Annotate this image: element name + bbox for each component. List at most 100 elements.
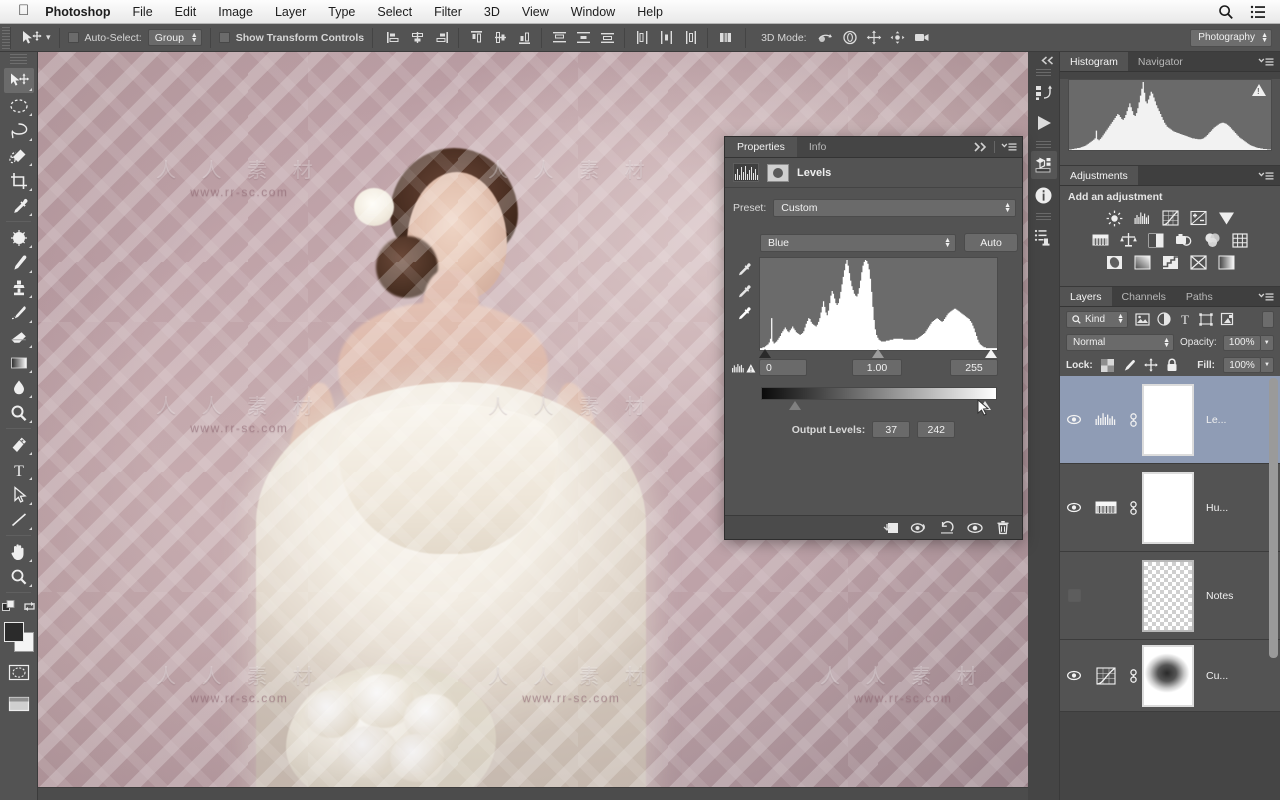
elliptical-marquee-tool[interactable] [4,93,34,118]
brush-tool[interactable] [4,250,34,275]
layer-name[interactable]: Cu... [1194,670,1228,682]
menu-item-photoshop[interactable]: Photoshop [45,0,121,24]
zoom-tool[interactable] [4,564,34,589]
opacity-value[interactable]: 100% [1222,334,1261,351]
menu-item-3d[interactable]: 3D [473,0,511,24]
align-right-edges-icon[interactable] [431,28,451,48]
layer-filter-kind-dropdown[interactable]: Kind ▲ ▼ [1066,310,1128,328]
lasso-tool[interactable] [4,118,34,143]
layer-row-curves[interactable]: Cu... [1060,640,1280,712]
path-selection-tool[interactable] [4,482,34,507]
distribute-top-edges-icon[interactable] [549,28,569,48]
dodge-tool[interactable] [4,400,34,425]
preset-dropdown[interactable]: Custom ▲ ▼ [773,199,1016,217]
menu-item-select[interactable]: Select [366,0,423,24]
blend-mode-dropdown[interactable]: Normal ▲ ▼ [1066,334,1174,351]
search-icon[interactable] [1218,4,1234,20]
panel-menu-icon[interactable] [1258,287,1280,306]
type-tool[interactable]: T [4,457,34,482]
rail-group-grip[interactable] [1036,213,1051,221]
menu-item-type[interactable]: Type [317,0,366,24]
layer-comps-icon[interactable] [1031,223,1057,251]
layer-visibility-toggle[interactable] [1060,502,1088,513]
quick-selection-tool[interactable] [4,143,34,168]
actions-play-icon[interactable] [1031,109,1057,137]
layer-name[interactable]: Le... [1194,414,1226,426]
layer-name[interactable]: Hu... [1194,502,1228,514]
gradient-map-icon[interactable] [1216,253,1236,271]
output-black-field[interactable]: 37 [872,421,911,438]
histogram-graph[interactable] [1068,79,1272,151]
input-white-field[interactable]: 255 [950,359,998,376]
blur-tool[interactable] [4,375,34,400]
layer-row-notes[interactable]: Notes [1060,552,1280,640]
type-layer-filter-icon[interactable]: T [1178,312,1192,326]
roll-3d-icon[interactable] [840,28,860,48]
show-transform-controls-checkbox[interactable] [218,32,230,43]
panel-menu-icon[interactable] [1001,142,1017,152]
set-white-point-eyedropper[interactable] [733,303,753,325]
channel-mixer-icon[interactable] [1202,231,1222,249]
tab-paths[interactable]: Paths [1176,287,1223,306]
default-colors-icon[interactable] [1,599,15,613]
levels-icon[interactable] [1132,209,1152,227]
line-tool[interactable] [4,507,34,532]
align-vertical-centers-icon[interactable] [490,28,510,48]
tab-channels[interactable]: Channels [1112,287,1176,306]
invert-icon[interactable] [1104,253,1124,271]
lock-position-icon[interactable] [1143,358,1158,372]
delete-icon[interactable] [990,518,1016,538]
spot-healing-brush-tool[interactable] [4,225,34,250]
distribute-right-edges-icon[interactable] [680,28,700,48]
distribute-horizontal-centers-icon[interactable] [656,28,676,48]
toggle-visibility-icon[interactable] [962,518,988,538]
tab-adjustments[interactable]: Adjustments [1060,166,1138,185]
output-white-field[interactable]: 242 [917,421,956,438]
input-gamma-slider[interactable] [872,349,884,358]
layer-name[interactable]: Notes [1194,590,1233,602]
menu-item-help[interactable]: Help [626,0,674,24]
shape-layer-filter-icon[interactable] [1199,312,1213,326]
swap-colors-icon[interactable] [23,600,36,613]
reset-icon[interactable] [934,518,960,538]
tab-properties[interactable]: Properties [725,137,797,157]
set-gray-point-eyedropper[interactable] [733,281,753,303]
layer-link-icon[interactable] [1124,668,1142,684]
foreground-color-swatch[interactable] [3,622,24,642]
panel-menu-icon[interactable] [1258,166,1280,185]
tab-histogram[interactable]: Histogram [1060,52,1128,71]
input-black-slider[interactable] [759,349,771,358]
uncached-data-warning-icon[interactable] [1252,84,1266,96]
layer-visibility-toggle[interactable] [1060,589,1088,602]
layer-mask-thumbnail[interactable] [1142,644,1194,707]
screen-mode-icon[interactable] [4,691,34,716]
clipping-warning-icon[interactable] [732,359,756,377]
layer-mask-thumbnail[interactable] [1142,471,1194,544]
color-lookup-icon[interactable] [1230,231,1250,249]
history-icon[interactable] [1031,79,1057,107]
exposure-icon[interactable] [1188,209,1208,227]
scale-3d-icon[interactable] [912,28,932,48]
tab-info[interactable]: Info [797,137,839,157]
clip-to-layer-icon[interactable] [878,518,904,538]
input-levels-sliders[interactable] [759,349,998,359]
rail-group-grip[interactable] [1036,69,1051,77]
clone-stamp-tool[interactable] [4,275,34,300]
lock-transparent-pixels-icon[interactable] [1100,358,1114,372]
hue-saturation-icon[interactable] [1090,231,1110,249]
canvas-horizontal-scrollbar[interactable] [38,787,1047,800]
auto-align-layers-icon[interactable] [715,28,735,48]
move-tool[interactable] [3,68,34,93]
quick-mask-mode-icon[interactable] [4,660,34,685]
fill-value[interactable]: 100% [1223,357,1261,373]
opacity-chevron-down-icon[interactable]: ▼ [1260,334,1274,351]
output-levels-sliders[interactable] [761,401,997,411]
layer-link-icon[interactable] [1124,500,1142,516]
color-swatches[interactable] [3,622,34,652]
tab-layers[interactable]: Layers [1060,287,1112,306]
output-levels-ramp[interactable] [761,387,997,400]
distribute-vertical-centers-icon[interactable] [573,28,593,48]
auto-select-dropdown[interactable]: Group ▲ ▼ [147,29,202,46]
black-white-icon[interactable] [1146,231,1166,249]
lock-all-icon[interactable] [1166,358,1178,372]
